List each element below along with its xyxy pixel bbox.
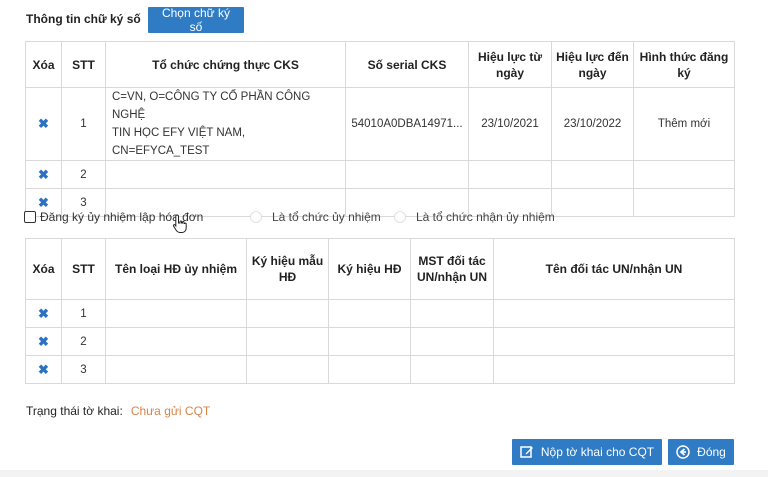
close-icon[interactable]: ✖ xyxy=(38,334,49,349)
valid-to-cell: 23/10/2022 xyxy=(551,87,634,161)
table-row: ✖ 1 xyxy=(25,299,735,328)
footer-divider xyxy=(0,470,768,477)
col-header-invoice-type: Tên loại HĐ ủy nhiệm xyxy=(105,238,247,300)
edit-icon xyxy=(520,445,534,459)
close-button-label: Đóng xyxy=(697,445,726,459)
status-value: Chưa gửi CQT xyxy=(130,404,211,418)
close-icon[interactable]: ✖ xyxy=(38,167,49,182)
close-icon[interactable]: ✖ xyxy=(38,116,49,131)
radio-button[interactable] xyxy=(250,211,262,223)
radio-button[interactable] xyxy=(394,211,406,223)
col-header-valid-from: Hiệu lực từ ngày xyxy=(468,41,552,88)
close-button[interactable]: Đóng xyxy=(668,439,734,465)
col-header-ca-org: Tổ chức chứng thực CKS xyxy=(105,41,346,88)
close-icon[interactable]: ✖ xyxy=(38,195,49,210)
ca-org-cell: C=VN, O=CÔNG TY CỔ PHẦN CÔNG NGHỆ TIN HỌ… xyxy=(105,87,346,161)
row-stt: 1 xyxy=(61,299,106,328)
ca-org-line: C=VN, O=CÔNG TY CỔ PHẦN CÔNG NGHỆ xyxy=(112,91,311,121)
declaration-status: Trạng thái tờ khai: Chưa gửi CQT xyxy=(26,404,210,418)
submit-declaration-button[interactable]: Nộp tờ khai cho CQT xyxy=(512,439,662,465)
signature-section-title: Thông tin chữ ký số xyxy=(26,12,141,26)
choose-signature-button[interactable]: Chọn chữ ký số xyxy=(148,6,244,34)
col-header-delete: Xóa xyxy=(25,41,62,88)
table-row: ✖ 2 xyxy=(25,327,735,356)
table-row: ✖ 1 C=VN, O=CÔNG TY CỔ PHẦN CÔNG NGHỆ TI… xyxy=(25,87,735,161)
radio-delegator[interactable]: Là tổ chức ủy nhiệm xyxy=(250,210,381,224)
radio-delegatee[interactable]: Là tổ chức nhận ủy nhiệm xyxy=(394,210,555,224)
serial-cell: 54010A0DBA14971... xyxy=(345,87,469,161)
delegation-checkbox[interactable] xyxy=(24,211,36,223)
hand-cursor-icon xyxy=(172,214,188,237)
col-header-reg-type: Hình thức đăng ký xyxy=(633,41,735,88)
col-header-stt: STT xyxy=(61,41,106,88)
row-stt: 1 xyxy=(61,87,106,161)
close-icon[interactable]: ✖ xyxy=(38,362,49,377)
col-header-template-code: Ký hiệu mẫu HĐ xyxy=(246,238,329,300)
row-stt: 3 xyxy=(61,355,106,384)
col-header-partner-tax-id: MST đối tác UN/nhận UN xyxy=(410,238,494,300)
col-header-valid-to: Hiệu lực đến ngày xyxy=(551,41,634,88)
radio-delegator-label: Là tổ chức ủy nhiệm xyxy=(272,210,381,224)
back-circle-icon xyxy=(676,445,690,459)
radio-delegatee-label: Là tổ chức nhận ủy nhiệm xyxy=(416,210,555,224)
signature-table: Xóa STT Tổ chức chứng thực CKS Số serial… xyxy=(25,41,735,217)
delegation-table-header: Xóa STT Tên loại HĐ ủy nhiệm Ký hiệu mẫu… xyxy=(25,238,735,300)
valid-from-cell: 23/10/2021 xyxy=(468,87,552,161)
submit-declaration-label: Nộp tờ khai cho CQT xyxy=(540,445,655,459)
ca-org-line: TIN HỌC EFY VIỆT NAM, CN=EFYCA_TEST xyxy=(112,127,246,157)
status-label: Trạng thái tờ khai: xyxy=(26,404,123,418)
col-header-serial: Số serial CKS xyxy=(345,41,469,88)
table-row: ✖ 2 xyxy=(25,160,735,189)
close-icon[interactable]: ✖ xyxy=(38,306,49,321)
delegation-table: Xóa STT Tên loại HĐ ủy nhiệm Ký hiệu mẫu… xyxy=(25,238,735,384)
row-stt: 2 xyxy=(61,160,106,189)
reg-type-cell: Thêm mới xyxy=(633,87,735,161)
signature-table-header: Xóa STT Tổ chức chứng thực CKS Số serial… xyxy=(25,41,735,88)
row-stt: 2 xyxy=(61,327,106,356)
col-header-stt: STT xyxy=(61,238,106,300)
table-row: ✖ 3 xyxy=(25,355,735,384)
col-header-delete: Xóa xyxy=(25,238,62,300)
col-header-invoice-symbol: Ký hiệu HĐ xyxy=(328,238,411,300)
col-header-partner-name: Tên đối tác UN/nhận UN xyxy=(493,238,735,300)
